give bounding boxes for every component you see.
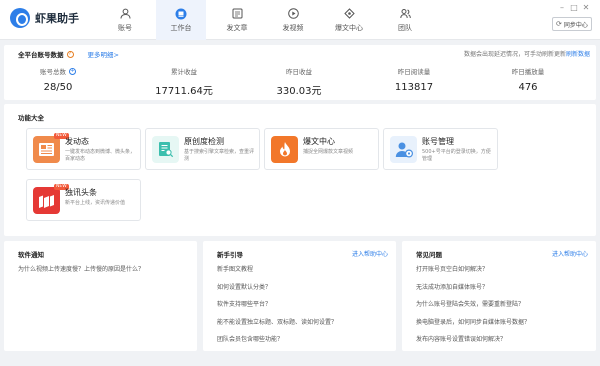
stats-header: 全平台账号数据 ? 更多明细> (18, 49, 119, 59)
nav-label: 发文章 (226, 23, 248, 32)
list-item[interactable]: 如何设置默认分类？ (217, 283, 390, 301)
stat-label: 昨日阅读量 (397, 68, 431, 76)
stat-value: 330.03元 (276, 86, 322, 97)
sync-icon: ⟳ (556, 20, 562, 28)
faq-panel: 常见问题 进入帮助中心 打开账号页空白如何解决？ 无法成功添加自媒体账号？ 为什… (402, 241, 596, 351)
card-hot-articles[interactable]: 爆文中心 捕捉全网爆款文章视频 (264, 128, 379, 170)
stat-yesterday-income: 昨日收益 330.03元 (259, 66, 339, 97)
stat-yesterday-reads: 昨日阅读量 113817 (374, 66, 454, 93)
refresh-data-link[interactable]: 刷新数据 (566, 49, 590, 58)
user-icon (119, 8, 132, 20)
guide-list: 新手图文教程 如何设置默认分类？ 软件支持哪些平台？ 能不能设置独立标题、双标题… (217, 265, 390, 353)
card-title: 账号管理 (422, 137, 454, 146)
functions-title: 功能大全 (18, 114, 44, 122)
sync-label: 同步中心 (563, 21, 588, 29)
nav-label: 发视频 (282, 23, 304, 32)
nav-item-hot-articles[interactable]: 爆文中心 (324, 0, 374, 40)
guide-title: 新手引导 (217, 251, 243, 259)
info-icon[interactable]: + (69, 67, 76, 75)
stat-value: 113817 (394, 82, 434, 93)
help-center-link[interactable]: 进入帮助中心 (552, 249, 588, 258)
list-item[interactable]: 换电脑登录后，如何同步自媒体账号数据？ (416, 318, 590, 336)
stats-note: 数据会出现延迟情况，可手动刷新更新 (463, 51, 566, 58)
nav-item-team[interactable]: 团队 (380, 0, 430, 40)
card-title: 爆文中心 (303, 137, 335, 146)
card-title: 原创度检测 (184, 137, 224, 146)
news-icon (33, 136, 60, 163)
nav-label: 爆文中心 (335, 23, 363, 32)
stat-label: 昨日收益 (286, 68, 312, 76)
flame-icon (271, 136, 298, 163)
list-item[interactable]: 软件支持哪些平台？ (217, 300, 390, 318)
maximize-icon[interactable]: □ (568, 3, 580, 12)
hot-article-icon (343, 8, 356, 20)
video-icon (287, 8, 300, 20)
app-name: 虾果助手 (35, 12, 79, 25)
window-controls: – □ ✕ (556, 3, 592, 12)
nav-item-workbench[interactable]: 工作台 (156, 0, 206, 40)
stat-label: 昨日播放量 (511, 68, 545, 76)
list-item[interactable]: 为什么视频上传速度慢？上传慢的原因是什么？ (18, 265, 191, 283)
faq-list: 打开账号页空白如何解决？ 无法成功添加自媒体账号？ 为什么账号登陆会失效，需要重… (416, 265, 590, 353)
stats-panel: 全平台账号数据 ? 更多明细> 数据会出现延迟情况，可手动刷新更新 刷新数据 账… (4, 45, 596, 100)
list-item[interactable]: 无法成功添加自媒体账号？ (416, 283, 590, 301)
functions-panel: 功能大全 NEW 发动态 一键发布动态到微博、微头条，百家动态 原创度检测 基于… (4, 104, 596, 236)
card-account-management[interactable]: 账号管理 500+号平台的登录切换，方便管理 (383, 128, 498, 170)
stat-value: 476 (518, 82, 538, 93)
app-logo: 虾果助手 (10, 8, 79, 28)
stat-account-total: 账号总数 + 28/50 (18, 66, 98, 93)
nav-item-account[interactable]: 账号 (100, 0, 150, 40)
team-icon (399, 8, 412, 20)
close-icon[interactable]: ✕ (580, 3, 592, 12)
list-item[interactable]: 能不能设置独立标题、双标题、读如何设置？ (217, 318, 390, 336)
list-item[interactable]: 新手图文教程 (217, 265, 390, 283)
more-details-link[interactable]: 更多明细> (88, 49, 119, 59)
card-originality-check[interactable]: 原创度检测 基于搜索引擎文章检索，查重评测 (145, 128, 260, 170)
account-gear-icon (390, 136, 417, 163)
sync-center-button[interactable]: ⟳ 同步中心 (552, 17, 592, 31)
faq-title: 常见问题 (416, 251, 442, 259)
nav-label: 账号 (118, 23, 132, 32)
stat-label: 累计收益 (171, 68, 197, 76)
nav-item-video[interactable]: 发视频 (268, 0, 318, 40)
list-item[interactable]: 为什么账号登陆会失效，需要重新登陆？ (416, 300, 590, 318)
list-item[interactable]: 发布内容账号设置错误如何解决？ (416, 335, 590, 353)
stat-total-income: 累计收益 17711.64元 (144, 66, 224, 97)
card-desc: 捕捉全网爆款文章视频 (303, 149, 354, 155)
card-title: 独讯头条 (65, 188, 97, 197)
card-post-dynamic[interactable]: NEW 发动态 一键发布动态到微博、微头条，百家动态 (26, 128, 141, 170)
card-desc: 500+号平台的登录切换，方便管理 (422, 149, 491, 162)
minimize-icon[interactable]: – (556, 3, 568, 12)
nav-label: 工作台 (170, 23, 192, 32)
card-desc: 基于搜索引擎文章检索，查重评测 (184, 149, 255, 162)
stat-yesterday-plays: 昨日播放量 476 (488, 66, 568, 93)
help-icon[interactable]: ? (66, 50, 74, 58)
beginner-guide-panel: 新手引导 进入帮助中心 新手图文教程 如何设置默认分类？ 软件支持哪些平台？ 能… (203, 241, 396, 351)
card-title: 发动态 (65, 137, 89, 146)
nav-item-article[interactable]: 发文章 (212, 0, 262, 40)
card-desc: 新平台上线，资讯传递价值 (65, 200, 126, 206)
document-check-icon (152, 136, 179, 163)
headline-icon (33, 187, 60, 214)
top-bar: 虾果助手 账号 工作台 发文章 发视频 爆文中心 团队 – □ ✕ ⟳ 同步中心 (0, 0, 600, 40)
main-nav: 账号 工作台 发文章 发视频 爆文中心 团队 (100, 0, 430, 40)
nav-label: 团队 (398, 23, 412, 32)
help-center-link[interactable]: 进入帮助中心 (352, 249, 388, 258)
workbench-icon (175, 8, 188, 20)
stat-label: 账号总数 (40, 68, 66, 76)
article-icon (231, 8, 244, 20)
software-notice-panel: 软件通知 为什么视频上传速度慢？上传慢的原因是什么？ (4, 241, 197, 351)
list-item[interactable]: 团队会员包含哪些功能？ (217, 335, 390, 353)
notice-list: 为什么视频上传速度慢？上传慢的原因是什么？ (18, 265, 191, 283)
logo-icon (10, 8, 30, 28)
stat-value: 17711.64元 (155, 86, 213, 97)
stats-title: 全平台账号数据 (18, 51, 64, 59)
stat-value: 28/50 (43, 82, 73, 93)
list-item[interactable]: 打开账号页空白如何解决？ (416, 265, 590, 283)
notice-title: 软件通知 (18, 251, 44, 259)
card-desc: 一键发布动态到微博、微头条，百家动态 (65, 149, 136, 162)
card-exclusive-headlines[interactable]: NEW 独讯头条 新平台上线，资讯传递价值 (26, 179, 141, 221)
